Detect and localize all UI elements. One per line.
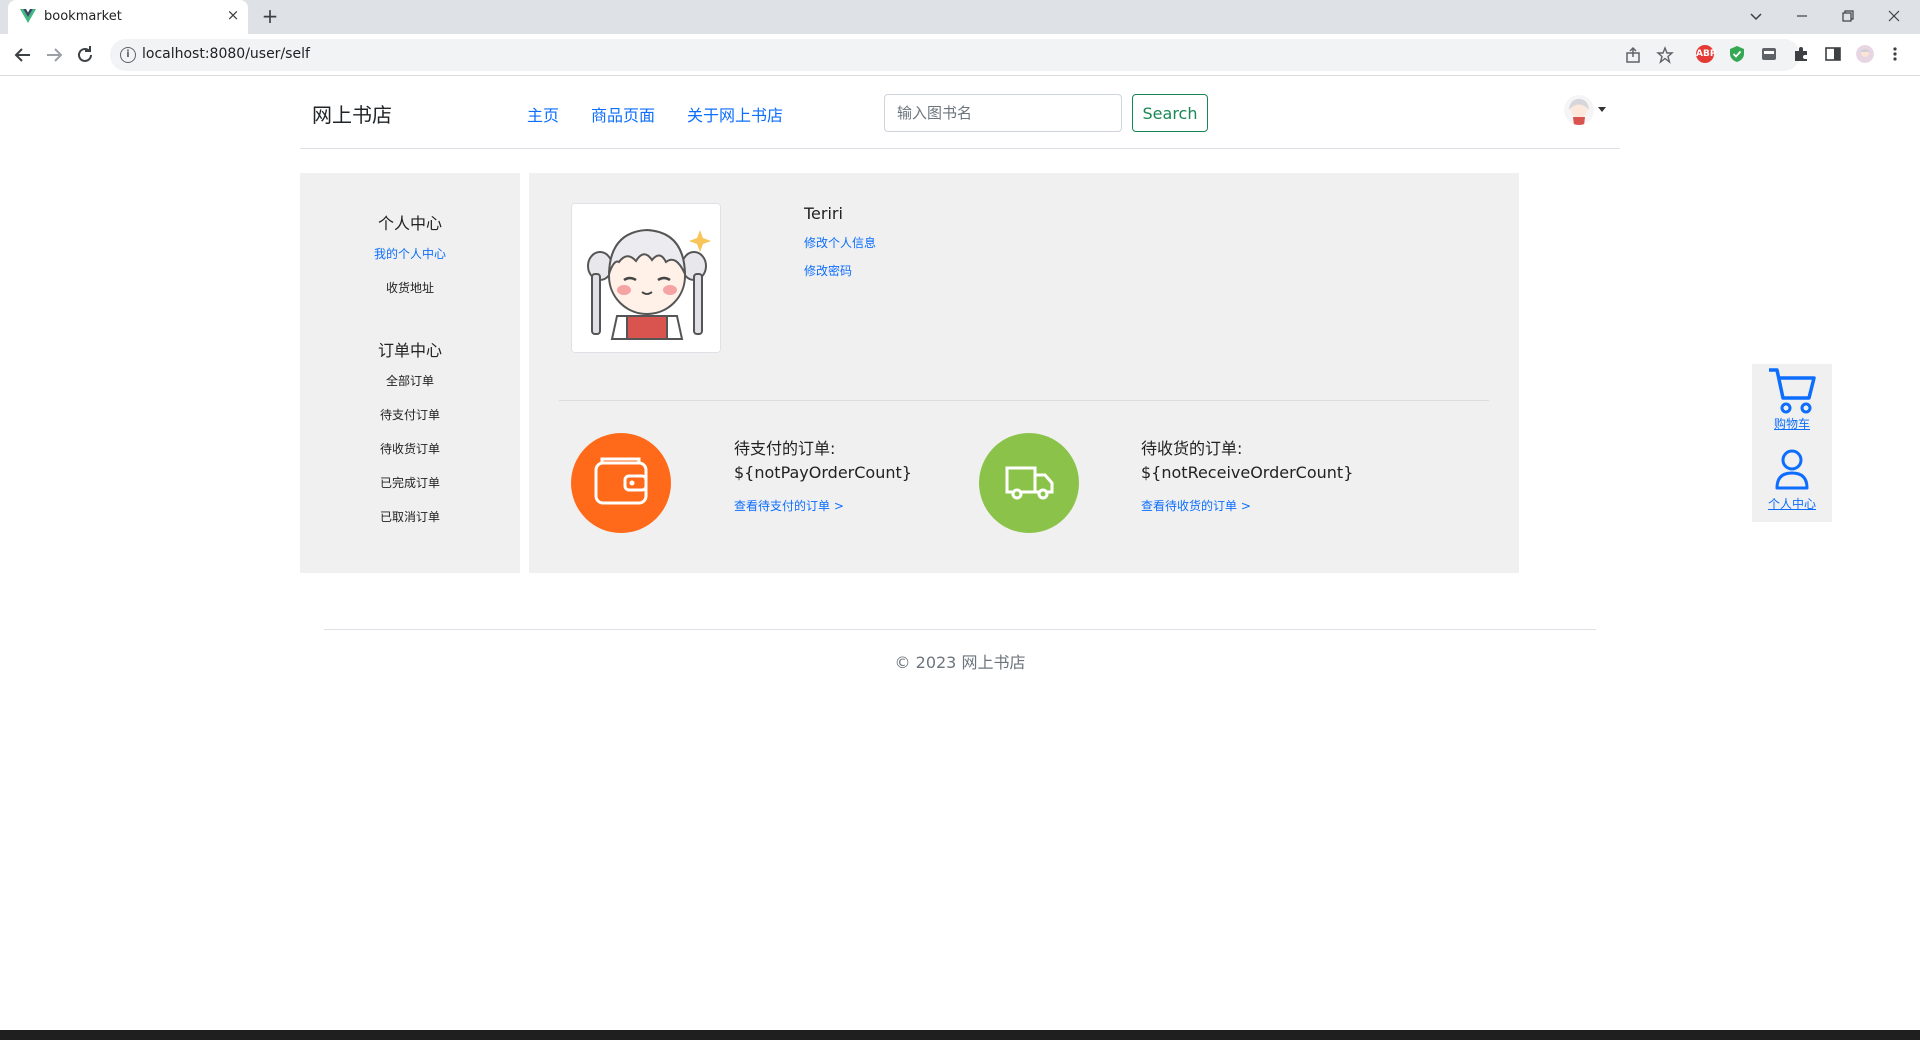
user-icon	[1775, 449, 1809, 490]
info-icon[interactable]: i	[120, 47, 136, 63]
site-navbar: 网上书店 主页 商品页面 关于网上书店 Search	[300, 77, 1620, 149]
profile-avatar-image	[572, 204, 720, 352]
sidebar: 个人中心 我的个人中心 收货地址 订单中心 全部订单 待支付订单 待收货订单 已…	[300, 173, 520, 573]
footer-divider	[324, 629, 1596, 630]
sidebar-item-my-center[interactable]: 我的个人中心	[300, 245, 520, 262]
profile-panel: Teriri 修改个人信息 修改密码 待支付的订单: ${notPayOrder…	[529, 173, 1519, 573]
sidebar-item-completed-orders[interactable]: 已完成订单	[300, 474, 520, 491]
cart-quick-link[interactable]: 购物车	[1752, 364, 1832, 442]
sidepanel-icon[interactable]	[1824, 45, 1842, 63]
cart-icon	[1769, 368, 1816, 414]
shield-icon[interactable]	[1728, 45, 1746, 63]
share-icon[interactable]	[1624, 46, 1642, 64]
search-input[interactable]	[884, 94, 1122, 132]
unpaid-orders-circle	[571, 433, 671, 533]
nav-link-home[interactable]: 主页	[527, 102, 559, 126]
view-unreceived-orders-link[interactable]: 查看待收货的订单 >	[1141, 497, 1251, 514]
edit-profile-link[interactable]: 修改个人信息	[804, 234, 876, 251]
os-taskbar	[0, 1030, 1920, 1040]
restore-icon[interactable]	[1840, 8, 1856, 24]
footer-copyright: © 2023 网上书店	[894, 653, 1026, 672]
vue-logo-icon	[20, 9, 36, 23]
site-brand[interactable]: 网上书店	[312, 99, 392, 128]
section-divider	[559, 400, 1489, 401]
sidebar-section-personal-title: 个人中心	[377, 214, 442, 233]
nav-link-about[interactable]: 关于网上书店	[687, 102, 783, 126]
search-button[interactable]: Search	[1132, 94, 1208, 132]
tab-close-icon[interactable]: ×	[224, 6, 242, 24]
sidebar-item-unreceived-orders[interactable]: 待收货订单	[300, 440, 520, 457]
address-bar[interactable]: i localhost:8080/user/self	[110, 39, 1800, 71]
unreceived-orders-circle	[979, 433, 1079, 533]
new-tab-button[interactable]: +	[258, 4, 282, 28]
bookmark-star-icon[interactable]	[1656, 46, 1674, 64]
avatar-dropdown-caret-icon[interactable]	[1598, 107, 1606, 112]
extension-icon[interactable]	[1760, 45, 1778, 63]
profile-avatar	[571, 203, 721, 353]
browser-tab[interactable]: bookmarket ×	[8, 0, 248, 34]
sidebar-section-orders-title: 订单中心	[377, 341, 442, 360]
profile-avatar-icon[interactable]	[1856, 45, 1874, 63]
tab-title: bookmarket	[44, 9, 122, 24]
minimize-icon[interactable]	[1794, 8, 1810, 24]
adblock-icon[interactable]: ABP	[1696, 45, 1716, 63]
floating-quick-panel: 购物车 个人中心	[1752, 364, 1832, 522]
unpaid-orders-title: 待支付的订单:	[734, 439, 836, 458]
url-text[interactable]: localhost:8080/user/self	[142, 46, 310, 62]
browser-toolbar: i localhost:8080/user/self ABP	[0, 34, 1920, 76]
close-window-icon[interactable]	[1886, 8, 1902, 24]
change-password-link[interactable]: 修改密码	[804, 262, 852, 279]
sidebar-item-address[interactable]: 收货地址	[300, 279, 520, 296]
puzzle-icon[interactable]	[1792, 45, 1810, 63]
unreceived-orders-title: 待收货的订单:	[1141, 439, 1243, 458]
unreceived-orders-count: ${notReceiveOrderCount}	[1141, 463, 1354, 482]
wallet-icon	[594, 457, 648, 505]
view-unpaid-orders-link[interactable]: 查看待支付的订单 >	[734, 497, 844, 514]
profile-username: Teriri	[804, 204, 843, 223]
truck-icon	[1005, 466, 1054, 500]
nav-link-products[interactable]: 商品页面	[591, 102, 655, 126]
tab-search-chevron-icon[interactable]	[1748, 8, 1764, 24]
page-content: 网上书店 主页 商品页面 关于网上书店 Search 个人中心 我的个人中心 收…	[0, 77, 1920, 1029]
back-arrow-icon[interactable]	[12, 44, 34, 66]
menu-dots-icon[interactable]	[1886, 45, 1904, 63]
cart-label[interactable]: 购物车	[1752, 415, 1832, 432]
sidebar-item-all-orders[interactable]: 全部订单	[300, 372, 520, 389]
forward-arrow-icon[interactable]	[43, 44, 65, 66]
user-center-quick-link[interactable]: 个人中心	[1752, 444, 1832, 522]
sidebar-item-unpaid-orders[interactable]: 待支付订单	[300, 406, 520, 423]
sidebar-item-cancelled-orders[interactable]: 已取消订单	[300, 508, 520, 525]
browser-tab-bar: bookmarket × +	[0, 0, 1920, 34]
user-center-label[interactable]: 个人中心	[1752, 495, 1832, 512]
unpaid-orders-count: ${notPayOrderCount}	[734, 463, 912, 482]
user-avatar-icon[interactable]	[1564, 95, 1594, 125]
reload-icon[interactable]	[74, 44, 96, 66]
